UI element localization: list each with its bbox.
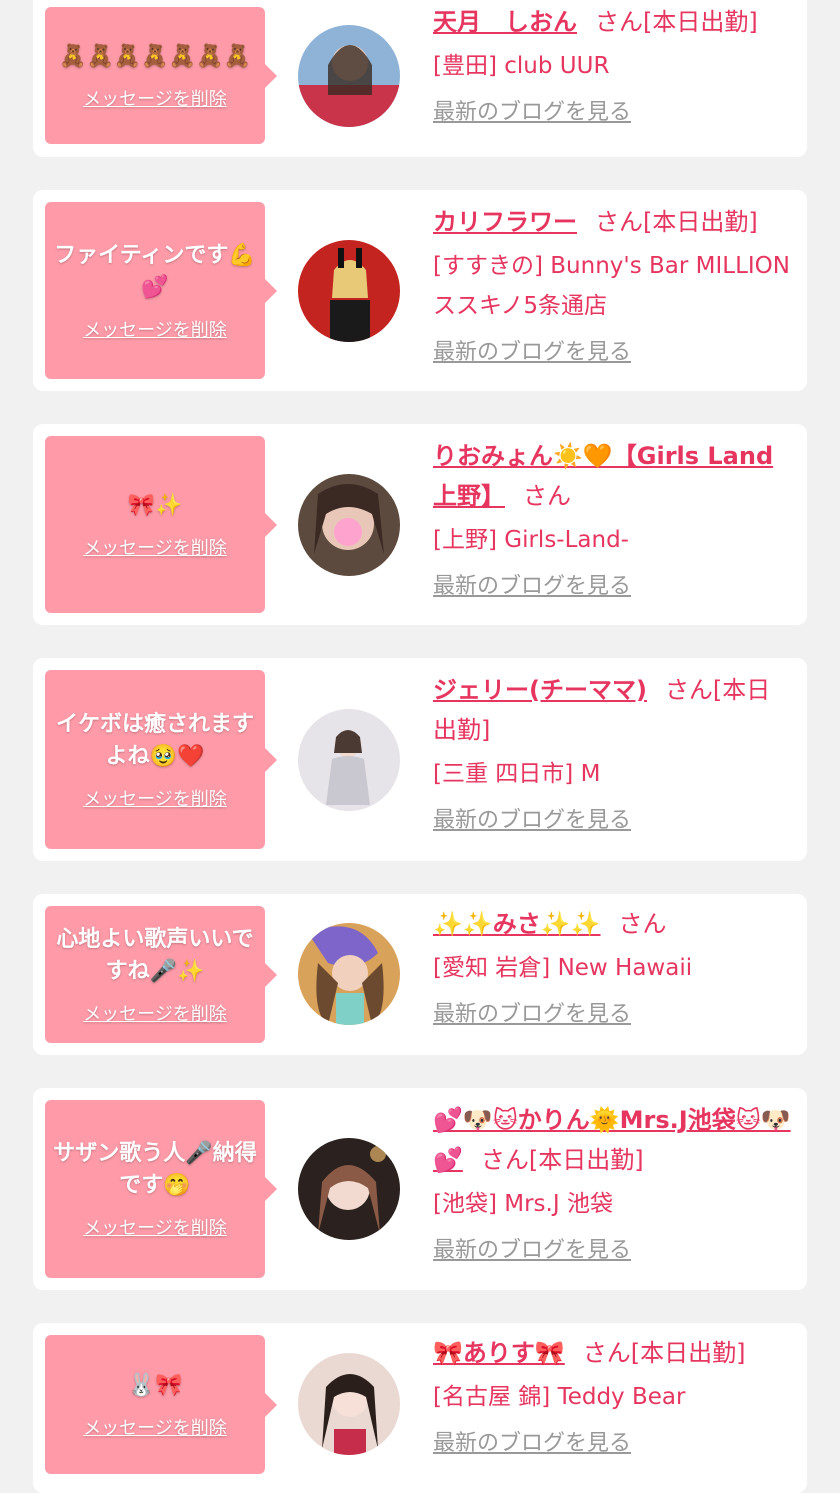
view-blog-link[interactable]: 最新のブログを見る (433, 1000, 631, 1030)
shop-text: [池袋] Mrs.J 池袋 (433, 1191, 613, 1217)
cast-name-link[interactable]: りおみょん☀️🧡【Girls Land 上野】 (433, 442, 773, 510)
shop-text: [上野] Girls-Land- (433, 527, 629, 553)
message-bubble: 🐰🎀 メッセージを削除 (45, 1335, 277, 1474)
delete-message-button[interactable]: メッセージを削除 (83, 1000, 227, 1026)
status-text: さん[本日出勤] (595, 8, 758, 36)
message-text: サザン歌う人🎤納得です🤭 (53, 1141, 257, 1198)
delete-message-button[interactable]: メッセージを削除 (83, 316, 227, 342)
shop-text: [豊田] club UUR (433, 53, 610, 79)
avatar[interactable] (298, 1353, 400, 1455)
delete-message-button[interactable]: メッセージを削除 (83, 1214, 227, 1240)
delete-message-button[interactable]: メッセージを削除 (83, 785, 227, 811)
name-line: 💕🐶🐱かりん🌞Mrs.J池袋🐱🐶💕 さん[本日出勤] (433, 1100, 793, 1180)
message-bubble: 心地よい歌声いいですね🎤✨ メッセージを削除 (45, 906, 277, 1043)
message-text: 心地よい歌声いいですね🎤✨ (56, 926, 254, 984)
list-item: サザン歌う人🎤納得です🤭 メッセージを削除 💕🐶🐱かりん🌞Mrs.J池袋🐱🐶💕 さ… (33, 1088, 807, 1290)
status-text: さん[本日出勤] (480, 1146, 644, 1174)
delete-message-button[interactable]: メッセージを削除 (83, 1414, 227, 1440)
view-blog-link[interactable]: 最新のブログを見る (433, 1429, 631, 1459)
avatar[interactable] (298, 240, 400, 342)
name-line: 天月 しおん さん[本日出勤] (433, 2, 793, 42)
avatar[interactable] (298, 25, 400, 127)
cast-name-link[interactable]: ✨✨みさ✨✨ (433, 910, 601, 938)
view-blog-link[interactable]: 最新のブログを見る (433, 98, 631, 128)
avatar[interactable] (298, 474, 400, 576)
status-text: さん[本日出勤] (582, 1339, 746, 1367)
message-text: ファイティンです💪💕 (54, 242, 256, 300)
list-item: 🧸🧸🧸🧸🧸🧸🧸 メッセージを削除 天月 しおん さん[本日出勤] [豊田] clu… (33, 0, 807, 157)
message-text: 🧸🧸🧸🧸🧸🧸🧸 (59, 43, 251, 69)
name-line: カリフラワー さん[本日出勤] (433, 202, 793, 242)
shop-text: [名古屋 錦] Teddy Bear (433, 1384, 686, 1410)
favorites-message-list: 🧸🧸🧸🧸🧸🧸🧸 メッセージを削除 天月 しおん さん[本日出勤] [豊田] clu… (0, 0, 840, 1493)
delete-message-button[interactable]: メッセージを削除 (83, 534, 227, 560)
view-blog-link[interactable]: 最新のブログを見る (433, 572, 631, 602)
message-bubble: イケボは癒されますよね🥹❤️ メッセージを削除 (45, 670, 277, 849)
cast-name-link[interactable]: 🎀ありす🎀 (433, 1339, 565, 1367)
view-blog-link[interactable]: 最新のブログを見る (433, 338, 631, 368)
status-text: さん[本日出勤] (595, 208, 758, 236)
list-item: イケボは癒されますよね🥹❤️ メッセージを削除 ジェリー(チーママ) さん[本日出… (33, 658, 807, 861)
message-bubble: 🧸🧸🧸🧸🧸🧸🧸 メッセージを削除 (45, 7, 277, 144)
shop-text: [三重 四日市] M (433, 761, 601, 787)
delete-message-button[interactable]: メッセージを削除 (83, 85, 227, 111)
avatar[interactable] (298, 709, 400, 811)
name-line: りおみょん☀️🧡【Girls Land 上野】 さん (433, 436, 793, 516)
message-text: 🎀✨ (127, 492, 183, 518)
list-item: ファイティンです💪💕 メッセージを削除 カリフラワー さん[本日出勤] [すすきの… (33, 190, 807, 391)
view-blog-link[interactable]: 最新のブログを見る (433, 1236, 631, 1266)
avatar[interactable] (298, 1138, 400, 1240)
avatar[interactable] (298, 923, 400, 1025)
list-item: 心地よい歌声いいですね🎤✨ メッセージを削除 ✨✨みさ✨✨ さん [愛知 岩倉] … (33, 894, 807, 1055)
name-line: ジェリー(チーママ) さん[本日出勤] (433, 670, 793, 750)
message-text: イケボは癒されますよね🥹❤️ (55, 711, 254, 769)
message-bubble: ファイティンです💪💕 メッセージを削除 (45, 202, 277, 379)
list-item: 🐰🎀 メッセージを削除 🎀ありす🎀 さん[本日出勤] [名古屋 錦] Teddy … (33, 1323, 807, 1493)
message-text: 🐰🎀 (127, 1372, 183, 1398)
message-bubble: 🎀✨ メッセージを削除 (45, 436, 277, 613)
shop-text: [愛知 岩倉] New Hawaii (433, 955, 693, 981)
name-line: 🎀ありす🎀 さん[本日出勤] (433, 1333, 793, 1373)
message-bubble: サザン歌う人🎤納得です🤭 メッセージを削除 (45, 1100, 277, 1278)
status-text: さん (618, 910, 667, 938)
status-text: さん (523, 482, 571, 510)
cast-name-link[interactable]: カリフラワー (433, 208, 577, 236)
name-line: ✨✨みさ✨✨ さん (433, 904, 793, 944)
view-blog-link[interactable]: 最新のブログを見る (433, 806, 631, 836)
shop-text: [すすきの] Bunny's Bar MILLION ススキノ5条通店 (433, 253, 790, 319)
cast-name-link[interactable]: ジェリー(チーママ) (433, 676, 647, 704)
cast-name-link[interactable]: 天月 しおん (433, 8, 577, 36)
list-item: 🎀✨ メッセージを削除 りおみょん☀️🧡【Girls Land 上野】 さん [上… (33, 424, 807, 625)
